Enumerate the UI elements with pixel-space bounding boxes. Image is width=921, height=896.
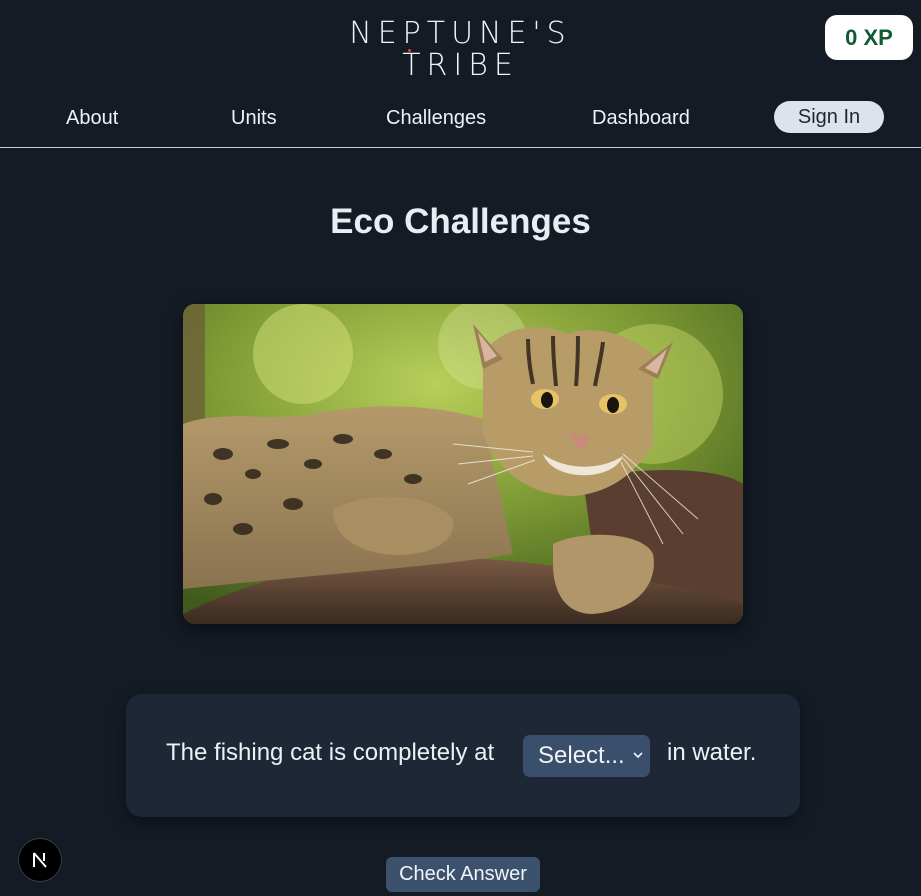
xp-badge: 0 XP <box>825 15 913 60</box>
sign-in-button[interactable]: Sign In <box>774 101 884 133</box>
header-divider <box>0 147 921 148</box>
nav-link-dashboard[interactable]: Dashboard <box>592 107 690 130</box>
answer-select-value: Select... <box>538 742 625 769</box>
nav-link-about[interactable]: About <box>66 107 118 130</box>
answer-select[interactable]: Select... <box>523 735 650 777</box>
logo-line-1: NEPTUNE'S <box>349 16 572 51</box>
nav-link-units[interactable]: Units <box>231 107 277 130</box>
nextjs-logo-glyph <box>33 852 47 868</box>
site-logo[interactable]: NEPTUNE'S TRIBE <box>0 18 921 82</box>
nextjs-icon[interactable] <box>18 838 62 882</box>
check-answer-button[interactable]: Check Answer <box>386 857 540 892</box>
page-title: Eco Challenges <box>330 202 591 241</box>
fishing-cat-photo <box>183 304 743 624</box>
question-suffix: in water. <box>667 739 757 766</box>
logo-accent-dot <box>408 49 411 52</box>
chevron-down-icon <box>633 752 643 759</box>
fishing-cat-illustration <box>183 304 743 624</box>
question-card: The fishing cat is completely at Select.… <box>126 694 800 817</box>
logo-line-2: TRIBE <box>402 48 519 83</box>
question-prefix: The fishing cat is completely at <box>166 739 495 766</box>
nav-link-challenges[interactable]: Challenges <box>386 107 486 130</box>
main-nav: About Units Challenges Dashboard Sign In <box>0 100 921 138</box>
